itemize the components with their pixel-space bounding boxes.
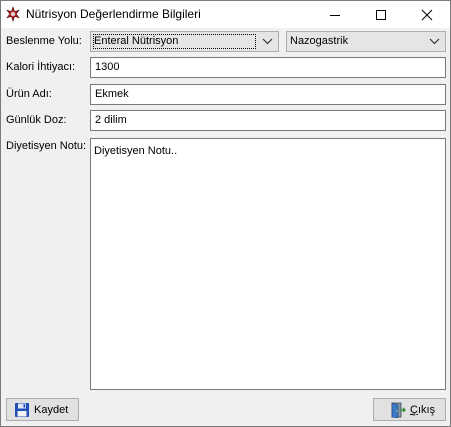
door-exit-icon [391, 402, 406, 418]
window-title: Nütrisyon Değerlendirme Bilgileri [26, 7, 201, 21]
note-label: Diyetisyen Notu: [6, 140, 87, 152]
maximize-button[interactable] [358, 1, 404, 28]
product-label: Ürün Adı: [6, 88, 52, 100]
chevron-down-icon [262, 38, 273, 45]
title-bar: Nütrisyon Değerlendirme Bilgileri [1, 1, 450, 28]
app-icon [6, 6, 20, 22]
nutrition-window: Nütrisyon Değerlendirme Bilgileri Beslen… [0, 0, 451, 427]
save-button-label: Kaydet [34, 404, 69, 416]
minimize-icon [330, 15, 340, 16]
dose-label: Günlük Doz: [6, 114, 67, 126]
exit-button[interactable]: Çıkış [373, 398, 446, 421]
feeding-type-select[interactable]: Enteral Nütrisyon [90, 31, 279, 52]
chevron-down-icon [429, 38, 440, 45]
floppy-disk-icon [15, 403, 29, 417]
minimize-button[interactable] [312, 1, 358, 28]
product-input[interactable]: Ekmek [90, 84, 446, 105]
exit-button-label: Çıkış [410, 404, 436, 416]
maximize-icon [376, 10, 386, 20]
save-button[interactable]: Kaydet [6, 398, 79, 421]
feeding-route-select[interactable]: Nazogastrik [286, 31, 446, 52]
feeding-route-label: Beslenme Yolu: [6, 35, 82, 47]
close-icon [421, 9, 433, 21]
feeding-type-value: Enteral Nütrisyon [94, 35, 179, 47]
note-textarea[interactable]: Diyetisyen Notu.. [90, 138, 446, 390]
close-button[interactable] [404, 1, 450, 28]
calorie-label: Kalori İhtiyacı: [6, 61, 76, 73]
calorie-input[interactable]: 1300 [90, 57, 446, 78]
dose-input[interactable]: 2 dilim [90, 110, 446, 131]
feeding-route-value: Nazogastrik [290, 35, 349, 47]
